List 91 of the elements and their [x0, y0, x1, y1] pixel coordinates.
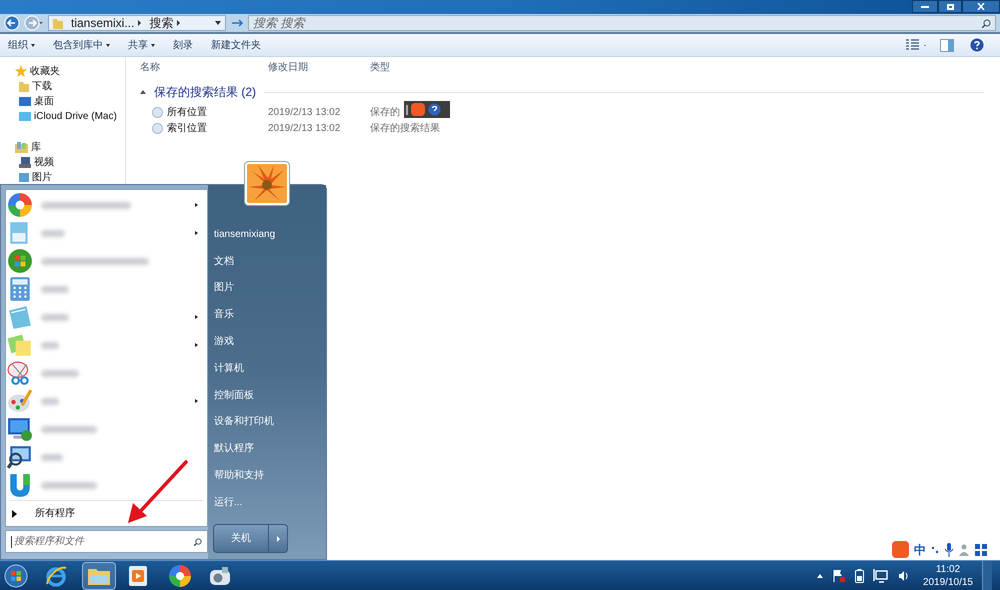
folder-icon [88, 566, 110, 584]
saved-search-icon [152, 106, 163, 118]
caret-icon [276, 536, 280, 542]
desktop-icon [19, 97, 31, 106]
input-mode-toggle[interactable]: 中 [914, 540, 926, 558]
folder-icon [19, 81, 29, 92]
breadcrumb-item[interactable]: tiansemixi... [71, 14, 134, 32]
start-menu-link[interactable]: 游戏 [214, 334, 234, 350]
star-icon [15, 65, 27, 77]
chevron-icon[interactable] [138, 20, 142, 26]
nav-item[interactable]: 桌面 [34, 94, 54, 109]
column-header[interactable]: 类型 [370, 60, 470, 75]
picture-icon [19, 173, 29, 182]
start-menu-link[interactable]: 计算机 [214, 360, 244, 376]
sticky-notes-icon [7, 332, 33, 358]
close-button[interactable] [962, 0, 1000, 13]
nav-item[interactable]: 视频 [34, 155, 54, 170]
video-icon [19, 157, 31, 168]
all-programs-item[interactable]: 所有程序 [6, 501, 207, 526]
nav-item[interactable]: 下载 [32, 79, 52, 94]
toolbar-button[interactable]: 包含到库中 [53, 38, 110, 52]
start-menu-link[interactable]: 帮助和支持 [214, 468, 264, 484]
library-icon [15, 142, 28, 152]
palette-icon [7, 388, 33, 414]
cloud-folder-icon [19, 112, 31, 121]
start-menu-link[interactable]: 音乐 [214, 307, 234, 322]
restore-button[interactable] [938, 0, 962, 13]
close-icon [977, 3, 985, 10]
search-icon [982, 18, 991, 28]
input-method-floatbar[interactable] [404, 101, 450, 118]
toolbar-button[interactable]: 组织 [8, 38, 35, 52]
toolbar-button[interactable]: 共享 [128, 38, 155, 52]
address-bar[interactable]: tiansemixi... 搜索 [48, 15, 226, 31]
nav-item[interactable]: 库 [31, 140, 41, 154]
grid-icon[interactable] [975, 544, 987, 556]
file-name[interactable]: 索引位置 [167, 120, 207, 136]
minimize-button[interactable] [912, 0, 938, 13]
toolbar-button[interactable]: 刻录 [173, 38, 193, 52]
shutdown-button[interactable]: 关机 [213, 524, 269, 553]
date-cell-text: 2019/2/13 13:02 [268, 122, 342, 136]
start-menu-link[interactable]: 控制面板 [214, 388, 254, 403]
breadcrumb-item[interactable]: 搜索 [149, 14, 174, 32]
pinwheel-icon[interactable] [168, 564, 192, 588]
expand-icon [12, 510, 17, 518]
help-icon[interactable] [970, 38, 984, 52]
group-header[interactable]: 保存的搜索结果 (2) [154, 83, 256, 101]
collapse-icon[interactable] [140, 90, 146, 94]
network-icon[interactable] [872, 568, 889, 582]
start-orb-icon[interactable] [4, 564, 28, 588]
sogou-icon[interactable] [892, 541, 909, 558]
start-menu-link[interactable]: 图片 [214, 280, 234, 296]
browser-icon[interactable] [44, 564, 68, 588]
date-cell-text: 2019/2/13 13:02 [268, 106, 342, 120]
dropdown-icon[interactable] [215, 21, 221, 25]
preview-pane-icon[interactable] [940, 38, 954, 52]
saved-search-icon [152, 122, 163, 134]
arrow-drawing [125, 459, 189, 525]
show-hidden-icons-icon[interactable] [816, 574, 823, 578]
camera-icon[interactable] [208, 564, 232, 586]
monitor-icon [7, 416, 33, 442]
search-icon [194, 538, 202, 546]
toolbar-button[interactable]: 新建文件夹 [211, 38, 261, 52]
start-menu-link[interactable]: 默认程序 [214, 441, 254, 456]
taskbar-button[interactable] [82, 562, 116, 590]
type-cell: 保存的搜索结果 [370, 122, 440, 134]
nav-item[interactable]: iCloud Drive (Mac) [34, 109, 117, 124]
punctuation-icon[interactable] [931, 544, 939, 554]
microphone-icon[interactable] [944, 542, 954, 556]
start-menu-link[interactable]: 文档 [214, 254, 234, 269]
chevron-icon[interactable] [177, 20, 180, 26]
media-player-icon[interactable] [128, 564, 148, 586]
clock-date[interactable]: 2019/10/15 [922, 576, 973, 588]
nav-item[interactable]: 收藏夹 [30, 64, 60, 78]
volume-icon[interactable] [898, 570, 910, 582]
start-menu-link[interactable]: tiansemixiang [214, 226, 276, 242]
help-icon[interactable] [428, 103, 441, 116]
clock-time[interactable]: 11:02 [936, 562, 960, 576]
magnifier-icon [7, 444, 33, 470]
type-cell: 保存的 [370, 106, 400, 118]
nav-item[interactable]: 图片 [32, 170, 52, 185]
search-field[interactable]: 搜索 搜索 [248, 15, 996, 31]
battery-icon[interactable] [854, 568, 864, 582]
start-menu-link[interactable]: 设备和打印机 [214, 414, 274, 430]
program-search-field[interactable]: 搜索程序和文件 [5, 530, 208, 553]
flag-icon[interactable] [832, 568, 846, 582]
column-header[interactable]: 修改日期 [268, 60, 370, 75]
shutdown-options-button[interactable] [269, 524, 288, 553]
column-header[interactable]: 名称 [140, 60, 268, 75]
back-icon[interactable] [4, 15, 20, 31]
folder-icon [53, 18, 63, 28]
file-name[interactable]: 所有位置 [167, 104, 207, 120]
